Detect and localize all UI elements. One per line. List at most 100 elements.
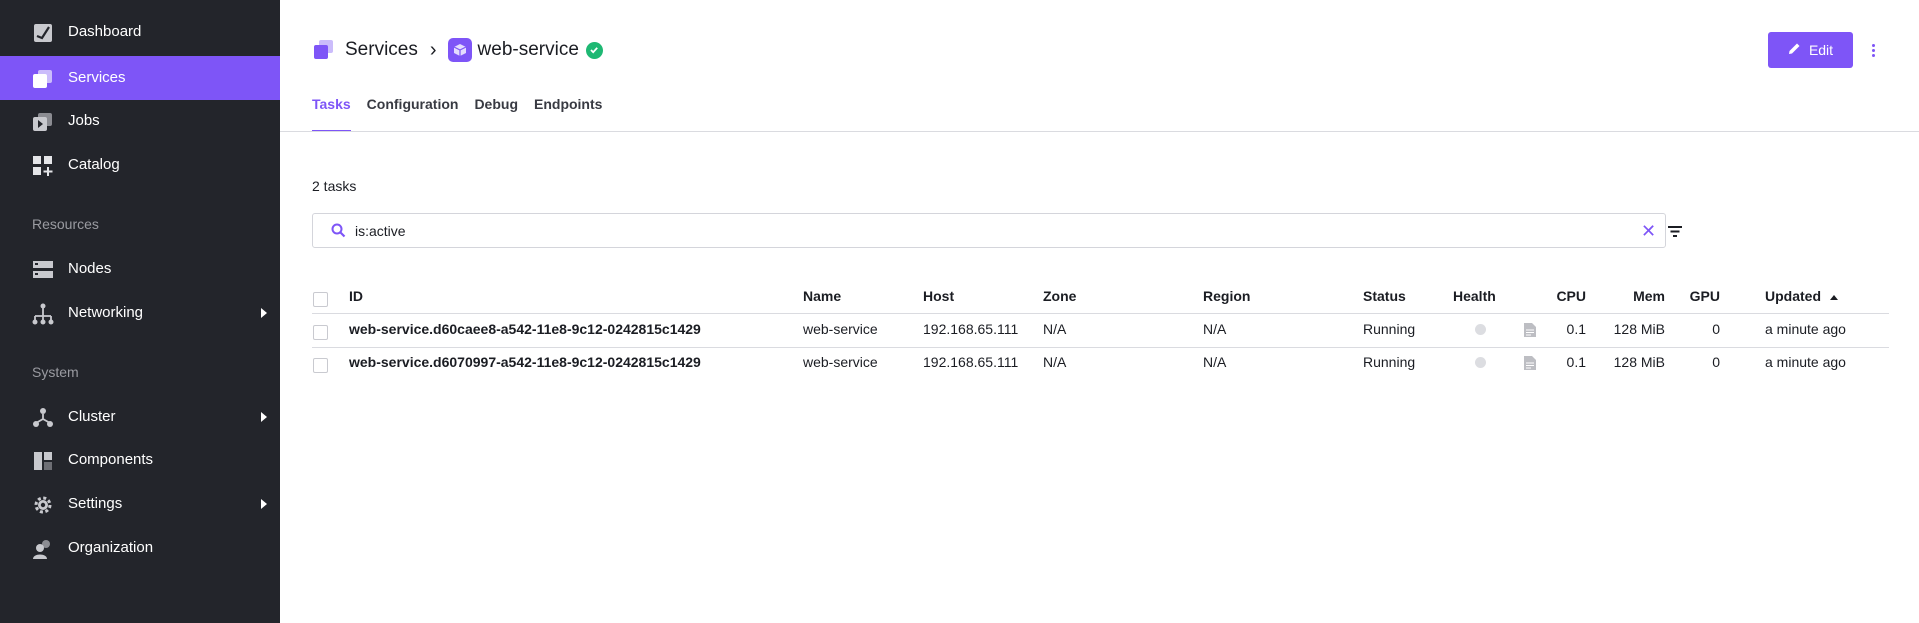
column-header-updated-label: Updated [1765,288,1821,304]
sidebar-item-networking[interactable]: Networking [0,291,280,335]
health-dot-icon [1475,357,1486,368]
task-region: N/A [1203,354,1227,370]
service-cube-icon [447,38,472,62]
sidebar-item-dashboard[interactable]: Dashboard [0,10,280,54]
sidebar-item-label: Cluster [68,408,116,425]
column-header-mem[interactable]: Mem [1610,287,1665,305]
close-icon[interactable]: ✕ [1641,222,1656,240]
sidebar-item-label: Organization [68,539,154,556]
sidebar-item-label: Components [68,451,154,468]
task-cpu: 0.1 [1566,321,1586,337]
task-host: 192.168.65.111 [923,321,1019,337]
search-bar: ✕ [312,213,1682,248]
search-icon [331,223,346,241]
sidebar-item-catalog[interactable]: Catalog [0,143,280,187]
main-content: Services › web-service Edit Tasks Config… [280,0,1919,623]
column-header-region[interactable]: Region [1203,287,1250,305]
column-header-status[interactable]: Status [1363,287,1406,305]
column-header-updated[interactable]: Updated [1765,287,1838,305]
column-header-zone[interactable]: Zone [1043,287,1076,305]
sidebar-item-jobs[interactable]: Jobs [0,99,280,143]
search-input[interactable] [355,221,1575,241]
sidebar: Dashboard Services Jobs Catalog Resource… [0,0,280,623]
sidebar-item-label: Services [68,69,126,86]
cluster-icon [32,408,54,428]
breadcrumb-services-link[interactable]: Services [345,39,418,61]
sidebar-item-settings[interactable]: Settings [0,482,280,526]
chevron-right-icon[interactable] [261,412,267,422]
task-mem: 128 MiB [1613,321,1665,337]
services-icon [313,39,335,61]
sidebar-item-label: Nodes [68,260,112,277]
task-id-link[interactable]: web-service.d6070997-a542-11e8-9c12-0242… [349,353,701,371]
more-options-icon[interactable] [1866,40,1880,60]
pencil-icon [1788,42,1801,58]
task-name: web-service [803,354,878,370]
sidebar-item-organization[interactable]: Organization [0,526,280,570]
organization-icon [32,539,54,559]
column-header-health[interactable]: Health [1453,287,1496,305]
breadcrumb: Services › web-service [313,37,603,63]
sort-ascending-icon [1829,294,1838,300]
select-all-checkbox[interactable] [313,292,328,307]
chevron-right-icon[interactable] [261,308,267,318]
edit-button[interactable]: Edit [1768,32,1853,68]
settings-icon [32,495,54,515]
jobs-icon [32,112,54,132]
column-header-id[interactable]: ID [349,287,363,305]
tab-endpoints[interactable]: Endpoints [534,94,602,132]
tab-configuration[interactable]: Configuration [367,94,459,132]
column-header-gpu[interactable]: GPU [1680,287,1720,305]
column-header-cpu[interactable]: CPU [1540,287,1586,305]
table-divider [312,313,1889,314]
sidebar-section-system: System [32,364,79,380]
row-checkbox[interactable] [313,358,328,373]
nodes-icon [32,260,54,280]
task-updated: a minute ago [1765,354,1846,370]
dashboard-icon [32,23,54,43]
task-id-link[interactable]: web-service.d60caee8-a542-11e8-9c12-0242… [349,320,701,338]
task-status: Running [1363,321,1416,337]
log-file-icon[interactable] [1524,323,1536,340]
services-icon [32,69,54,89]
chevron-right-icon[interactable] [261,499,267,509]
log-file-icon[interactable] [1524,356,1536,373]
task-updated: a minute ago [1765,321,1846,337]
networking-icon [32,303,54,325]
sidebar-item-nodes[interactable]: Nodes [0,247,280,291]
chevron-right-icon: › [429,38,437,61]
sidebar-item-services[interactable]: Services [0,56,280,100]
column-header-host[interactable]: Host [923,287,954,305]
sidebar-section-resources: Resources [32,216,99,232]
components-icon [32,451,54,471]
task-cpu: 0.1 [1566,354,1586,370]
task-name: web-service [803,321,878,337]
tab-tasks[interactable]: Tasks [312,94,351,132]
sidebar-item-label: Jobs [68,112,100,129]
tabs-divider [280,131,1919,132]
task-gpu: 0 [1712,321,1720,337]
filter-icon[interactable] [1668,224,1682,240]
sidebar-item-components[interactable]: Components [0,438,280,482]
task-mem: 128 MiB [1613,354,1665,370]
table-divider [312,347,1889,348]
task-host: 192.168.65.111 [923,354,1019,370]
check-circle-icon [585,41,603,59]
sidebar-item-label: Networking [68,304,144,321]
task-status: Running [1363,354,1416,370]
column-header-name[interactable]: Name [803,287,841,305]
breadcrumb-current: web-service [477,39,579,60]
tab-bar: Tasks Configuration Debug Endpoints [312,94,618,132]
health-dot-icon [1475,324,1486,335]
sidebar-item-label: Settings [68,495,123,512]
edit-button-label: Edit [1808,42,1834,58]
task-gpu: 0 [1712,354,1720,370]
sidebar-item-label: Catalog [68,156,120,173]
task-zone: N/A [1043,354,1067,370]
sidebar-item-cluster[interactable]: Cluster [0,395,280,439]
tab-debug[interactable]: Debug [474,94,518,132]
row-checkbox[interactable] [313,325,328,340]
task-region: N/A [1203,321,1227,337]
task-zone: N/A [1043,321,1067,337]
sidebar-item-label: Dashboard [68,23,142,40]
